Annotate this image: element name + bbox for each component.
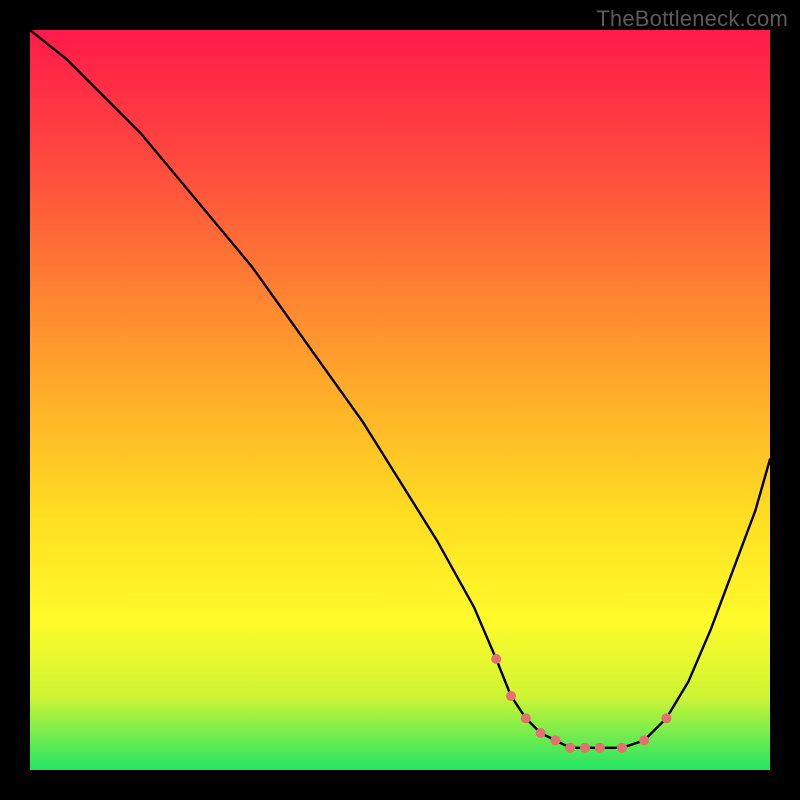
chart-frame: TheBottleneck.com (0, 0, 800, 800)
chart-plot-area (30, 30, 770, 770)
highlight-marker (565, 743, 575, 753)
highlight-marker (491, 654, 501, 664)
highlight-marker (521, 713, 531, 723)
highlight-marker (506, 691, 516, 701)
curve-svg (30, 30, 770, 770)
marker-group (491, 654, 671, 753)
highlight-marker (595, 743, 605, 753)
watermark-label: TheBottleneck.com (596, 6, 788, 32)
highlight-marker (617, 743, 627, 753)
highlight-marker (661, 713, 671, 723)
highlight-marker (550, 735, 560, 745)
highlight-marker (580, 743, 590, 753)
highlight-marker (639, 735, 649, 745)
bottleneck-curve-path (30, 30, 770, 748)
highlight-marker (536, 728, 546, 738)
